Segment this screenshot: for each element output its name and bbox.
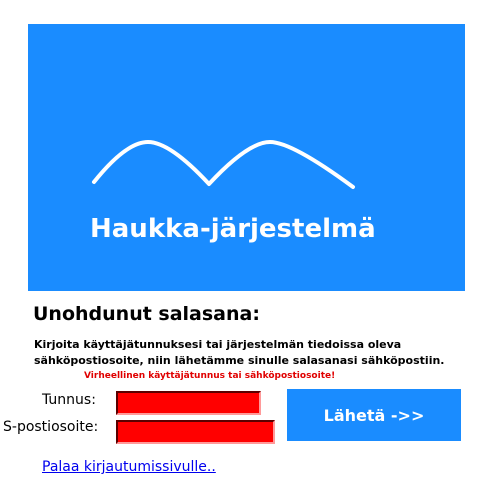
back-to-login-link[interactable]: Palaa kirjautumissivulle..	[42, 459, 216, 475]
username-label: Tunnus:	[42, 392, 96, 408]
username-input[interactable]	[116, 391, 261, 415]
submit-button[interactable]: Lähetä ->>	[287, 389, 461, 441]
system-title: Haukka-järjestelmä	[90, 214, 376, 244]
mountain-wave-logo-icon	[92, 140, 355, 189]
forgot-password-page: Haukka-järjestelmä Unohdunut salasana: K…	[0, 0, 498, 487]
header-banner: Haukka-järjestelmä	[28, 24, 465, 291]
error-message: Virheellinen käyttäjätunnus tai sähköpos…	[84, 371, 336, 381]
email-input[interactable]	[116, 420, 275, 444]
instructions-text: Kirjoita käyttäjätunnuksesi tai järjeste…	[34, 338, 445, 367]
page-title: Unohdunut salasana:	[33, 303, 260, 325]
email-label: S-postiosoite:	[3, 419, 99, 435]
